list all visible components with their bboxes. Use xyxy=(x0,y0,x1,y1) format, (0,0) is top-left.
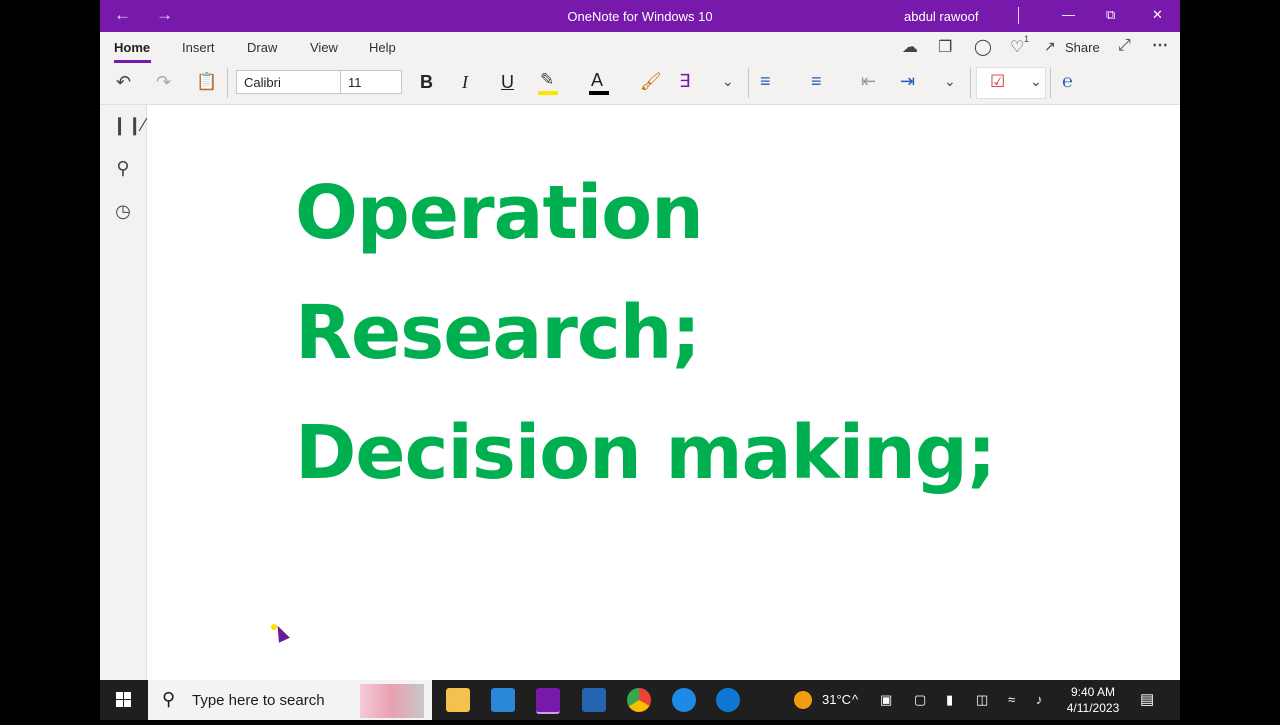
meet-now-icon[interactable]: ▢ xyxy=(914,692,926,708)
notification-app-icon[interactable]: ▣ xyxy=(880,692,892,708)
taskbar-search-box[interactable]: ⚲ Type here to search xyxy=(148,680,432,720)
search-icon: ⚲ xyxy=(162,689,176,709)
chrome-icon[interactable] xyxy=(627,688,651,712)
spelling-icon[interactable]: ℮ xyxy=(1062,71,1073,92)
video-editor-icon[interactable] xyxy=(491,688,515,712)
active-tab-indicator xyxy=(114,60,151,63)
help-icon[interactable] xyxy=(716,688,740,712)
tab-draw[interactable]: Draw xyxy=(247,40,277,55)
loading-app-icon[interactable] xyxy=(672,688,696,712)
onenote-taskbar-icon[interactable] xyxy=(536,688,560,714)
share-icon[interactable]: ↗ xyxy=(1044,38,1056,55)
page-copy-icon[interactable]: ❐ xyxy=(938,37,952,57)
tab-view[interactable]: View xyxy=(310,40,338,55)
search-input[interactable]: Type here to search xyxy=(192,692,325,709)
ribbon-divider xyxy=(1050,68,1051,98)
sync-status-icon[interactable]: ☁ xyxy=(902,37,918,57)
battery-icon[interactable]: ◫ xyxy=(976,692,988,708)
font-color-button[interactable]: A xyxy=(591,70,603,91)
numbered-list-icon[interactable]: ≡ xyxy=(811,71,822,92)
fullscreen-icon[interactable]: ⤢ xyxy=(1118,37,1131,55)
tab-insert[interactable]: Insert xyxy=(182,40,215,55)
font-color-bar xyxy=(589,91,609,95)
underline-button[interactable]: U xyxy=(501,72,514,93)
clock-time: 9:40 AM xyxy=(1070,685,1116,699)
tab-home[interactable]: Home xyxy=(114,40,150,55)
tab-help[interactable]: Help xyxy=(369,40,396,55)
italic-button[interactable]: I xyxy=(462,72,468,93)
share-button[interactable]: Share xyxy=(1065,40,1100,55)
wifi-icon[interactable]: ≈ xyxy=(1008,692,1015,707)
undo-icon[interactable]: ↶ xyxy=(116,72,131,93)
restore-button[interactable]: ⧉ xyxy=(1106,7,1115,23)
action-center-icon[interactable]: ▤ xyxy=(1140,690,1154,708)
title-divider xyxy=(1018,7,1019,24)
more-options-icon[interactable]: ⋯ xyxy=(1152,35,1168,55)
chevron-down-icon[interactable]: ⌄ xyxy=(944,73,956,90)
windows-logo-icon xyxy=(116,692,131,707)
lightbulb-icon[interactable]: ◯ xyxy=(974,37,992,57)
note-line: Operation xyxy=(295,170,704,256)
ribbon-divider xyxy=(227,68,228,98)
notebooks-icon[interactable]: ❙❙⁄ xyxy=(112,115,145,136)
account-name[interactable]: abdul rawoof xyxy=(904,9,978,24)
title-bar: ← → OneNote for Windows 10 abdul rawoof … xyxy=(100,0,1180,32)
close-button[interactable]: ✕ xyxy=(1152,7,1163,23)
ribbon-divider xyxy=(748,68,749,98)
bold-button[interactable]: B xyxy=(420,72,433,93)
file-explorer-icon[interactable] xyxy=(446,688,470,712)
search-highlight-image xyxy=(360,684,424,718)
taskbar: ⚲ Type here to search 31°C ^ ▣ ▢ ▮ ◫ ≈ ♪… xyxy=(100,680,1180,720)
notifications-bell-icon[interactable]: ♡ xyxy=(1010,37,1024,57)
font-name-box[interactable]: Calibri xyxy=(236,70,342,94)
recent-notes-clock-icon[interactable]: ◷ xyxy=(112,201,134,222)
chevron-up-icon[interactable]: ^ xyxy=(852,692,858,707)
todo-checkbox-icon[interactable]: ☑ xyxy=(990,72,1005,92)
font-size-box[interactable]: 11 xyxy=(340,70,402,94)
clear-formatting-icon[interactable]: ∃ xyxy=(679,71,690,92)
note-line: Research; xyxy=(295,290,701,376)
note-page[interactable]: Operation Research; Decision making; xyxy=(147,105,1180,680)
mouse-cursor-icon xyxy=(272,623,290,643)
notification-count: 1 xyxy=(1024,34,1030,44)
chevron-down-icon[interactable]: ⌄ xyxy=(722,73,734,90)
weather-sun-icon[interactable] xyxy=(794,691,812,709)
onenote-window: ← → OneNote for Windows 10 abdul rawoof … xyxy=(100,0,1180,720)
note-line: Decision making; xyxy=(295,410,996,496)
photos-icon[interactable] xyxy=(582,688,606,712)
decrease-indent-icon[interactable]: ⇤ xyxy=(861,71,876,92)
search-icon[interactable]: ⚲ xyxy=(112,158,134,179)
microphone-icon[interactable]: ▮ xyxy=(946,692,953,708)
clock[interactable]: 9:40 AM 4/11/2023 xyxy=(1058,684,1128,716)
weather-temperature[interactable]: 31°C xyxy=(822,692,851,707)
increase-indent-icon[interactable]: ⇥ xyxy=(900,71,915,92)
redo-icon[interactable]: ↷ xyxy=(156,72,171,93)
volume-icon[interactable]: ♪ xyxy=(1036,692,1043,707)
clipboard-icon[interactable]: 📋 xyxy=(196,72,217,92)
clock-date: 4/11/2023 xyxy=(1066,701,1120,715)
navigation-rail: ❙❙⁄ ⚲ ◷ xyxy=(100,105,147,680)
note-text-block[interactable]: Operation Research; Decision making; xyxy=(295,153,996,513)
highlight-color-bar xyxy=(538,91,558,95)
chevron-down-icon[interactable]: ⌄ xyxy=(1030,73,1042,90)
minimize-button[interactable]: — xyxy=(1062,7,1075,22)
ribbon: Home Insert Draw View Help ☁ ❐ ◯ ♡ 1 ↗ S… xyxy=(100,32,1180,105)
format-painter-icon[interactable]: 🖌 xyxy=(640,72,662,92)
start-button[interactable] xyxy=(100,680,148,720)
ribbon-divider xyxy=(970,68,971,98)
highlighter-icon[interactable]: ✎ xyxy=(540,70,554,90)
bullet-list-icon[interactable]: ≡ xyxy=(760,71,771,92)
